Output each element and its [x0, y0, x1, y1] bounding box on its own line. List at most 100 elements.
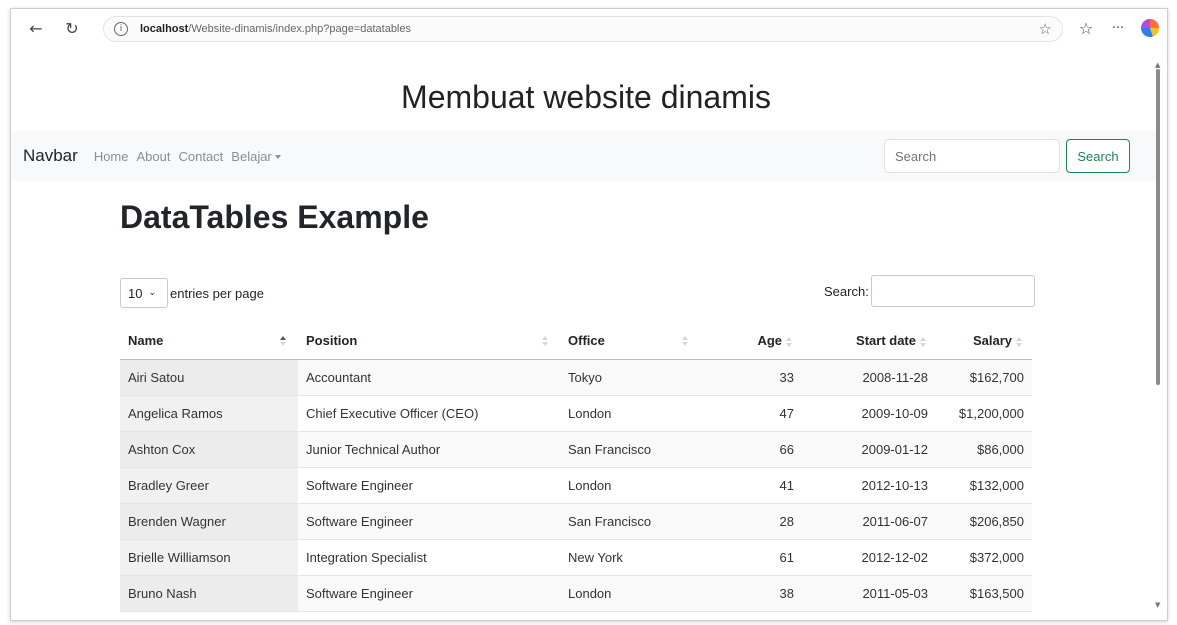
cell-salary: $1,200,000 — [936, 395, 1032, 432]
column-header-office[interactable]: Office — [560, 323, 700, 360]
column-header-start-date[interactable]: Start date — [802, 323, 936, 360]
cell-name: Bruno Nash — [120, 575, 298, 612]
back-arrow-icon[interactable]: ← — [25, 17, 47, 39]
cell-salary: $372,000 — [936, 539, 1032, 576]
star-icon[interactable]: ☆ — [1039, 20, 1052, 38]
chevron-down-icon: ⌄ — [148, 288, 157, 298]
column-header-label: Office — [568, 333, 605, 349]
copilot-icon[interactable] — [1141, 19, 1159, 37]
cell-age: 38 — [700, 575, 802, 612]
more-icon[interactable]: ··· — [1107, 17, 1129, 39]
cell-age: 66 — [700, 431, 802, 468]
cell-name: Brenden Wagner — [120, 503, 298, 540]
column-header-label: Start date — [856, 333, 916, 349]
scrollbar-thumb[interactable] — [1156, 69, 1160, 385]
cell-position: Chief Executive Officer (CEO) — [298, 395, 560, 432]
nav-link-about[interactable]: About — [137, 149, 171, 164]
info-icon[interactable]: i — [114, 22, 128, 36]
table-header-row: Name Position Office Age Start date Sala… — [120, 323, 1032, 360]
cell-office: London — [560, 395, 700, 432]
cell-salary: $132,000 — [936, 467, 1032, 504]
column-header-label: Age — [757, 333, 782, 349]
cell-office: London — [560, 575, 700, 612]
cell-start-date: 2012-10-13 — [802, 467, 936, 504]
cell-start-date: 2009-10-09 — [802, 395, 936, 432]
datatable-search: Search: — [824, 275, 1035, 307]
caret-down-icon — [274, 155, 281, 160]
datatable-search-label: Search: — [824, 283, 869, 299]
cell-office: San Francisco — [560, 503, 700, 540]
column-header-age[interactable]: Age — [700, 323, 802, 360]
column-header-position[interactable]: Position — [298, 323, 560, 360]
cell-office: Tokyo — [560, 359, 700, 396]
cell-name: Airi Satou — [120, 359, 298, 396]
cell-start-date: 2012-12-02 — [802, 539, 936, 576]
entries-per-page-value: 10 — [128, 285, 143, 301]
cell-age: 33 — [700, 359, 802, 396]
table-row: Bradley Greer Software Engineer London 41 20… — [120, 467, 1032, 504]
cell-salary: $162,700 — [936, 359, 1032, 396]
cell-position: Software Engineer — [298, 467, 560, 504]
data-table: Name Position Office Age Start date Sala… — [120, 323, 1032, 612]
cell-start-date: 2009-01-12 — [802, 431, 936, 468]
navbar-search-input[interactable]: Search — [884, 139, 1060, 173]
datatable-search-input[interactable] — [870, 275, 1035, 307]
browser-toolbar: ← ↻ i localhost /Website-dinamis/index.p… — [11, 9, 1167, 49]
cell-name: Angelica Ramos — [120, 395, 298, 432]
entries-length-control: 10 ⌄ entries per page — [120, 278, 264, 308]
site-title: Membuat website dinamis — [401, 79, 771, 115]
cell-start-date: 2011-05-03 — [802, 575, 936, 612]
navbar-search-button[interactable]: Search — [1066, 139, 1130, 173]
url-path: /Website-dinamis/index.php?page=datatabl… — [188, 23, 411, 35]
address-bar[interactable]: i localhost /Website-dinamis/index.php?p… — [103, 16, 1063, 42]
table-row: Brielle Williamson Integration Specialist… — [120, 539, 1032, 576]
navbar: Navbar Home About Contact Belajar Search… — [11, 131, 1159, 181]
cell-salary: $86,000 — [936, 431, 1032, 468]
sort-icon — [920, 336, 928, 348]
cell-office: London — [560, 467, 700, 504]
cell-office: New York — [560, 539, 700, 576]
table-row: Bruno Nash Software Engineer London 38 2011-… — [120, 575, 1032, 612]
cell-salary: $163,500 — [936, 575, 1032, 612]
table-row: Angelica Ramos Chief Executive Officer (C… — [120, 395, 1032, 432]
entries-per-page-label: entries per page — [170, 285, 264, 301]
sort-icon — [786, 336, 794, 348]
cell-position: Software Engineer — [298, 503, 560, 540]
nav-dropdown-belajar[interactable]: Belajar — [231, 148, 281, 164]
page-content: Membuat website dinamis Navbar Home Abou… — [11, 49, 1159, 620]
favorites-icon[interactable]: ☆ — [1075, 17, 1097, 39]
sort-icon — [542, 335, 550, 347]
column-header-name[interactable]: Name — [120, 323, 298, 360]
cell-age: 47 — [700, 395, 802, 432]
url-host: localhost — [140, 23, 189, 35]
column-header-label: Name — [128, 333, 164, 349]
datatable-title: DataTables Example — [120, 199, 429, 235]
column-header-label: Salary — [972, 333, 1012, 349]
table-row: Airi Satou Accountant Tokyo 33 2008-11-28 $16… — [120, 359, 1032, 396]
cell-start-date: 2011-06-07 — [802, 503, 936, 540]
cell-position: Integration Specialist — [298, 539, 560, 576]
nav-link-home[interactable]: Home — [94, 149, 129, 164]
sort-icon — [1016, 336, 1024, 348]
scroll-down-arrow-icon[interactable]: ▼ — [1155, 601, 1160, 609]
table-row: Ashton Cox Junior Technical Author San Fra… — [120, 431, 1032, 468]
column-header-salary[interactable]: Salary — [936, 323, 1032, 360]
table-row: Brenden Wagner Software Engineer San Franc… — [120, 503, 1032, 540]
entries-per-page-select[interactable]: 10 ⌄ — [120, 278, 168, 308]
cell-start-date: 2008-11-28 — [802, 359, 936, 396]
column-header-label: Position — [306, 333, 358, 349]
scroll-up-arrow-icon[interactable]: ▲ — [1155, 61, 1160, 69]
cell-age: 61 — [700, 539, 802, 576]
navbar-brand[interactable]: Navbar — [23, 146, 78, 166]
cell-age: 41 — [700, 467, 802, 504]
cell-name: Ashton Cox — [120, 431, 298, 468]
nav-link-contact[interactable]: Contact — [178, 149, 223, 164]
reload-icon[interactable]: ↻ — [61, 17, 83, 39]
sort-ascending-icon — [280, 335, 288, 347]
sort-icon — [682, 335, 690, 347]
nav-dropdown-label: Belajar — [231, 148, 272, 164]
browser-window: ← ↻ i localhost /Website-dinamis/index.p… — [10, 8, 1168, 621]
cell-position: Software Engineer — [298, 575, 560, 612]
cell-name: Brielle Williamson — [120, 539, 298, 576]
cell-office: San Francisco — [560, 431, 700, 468]
